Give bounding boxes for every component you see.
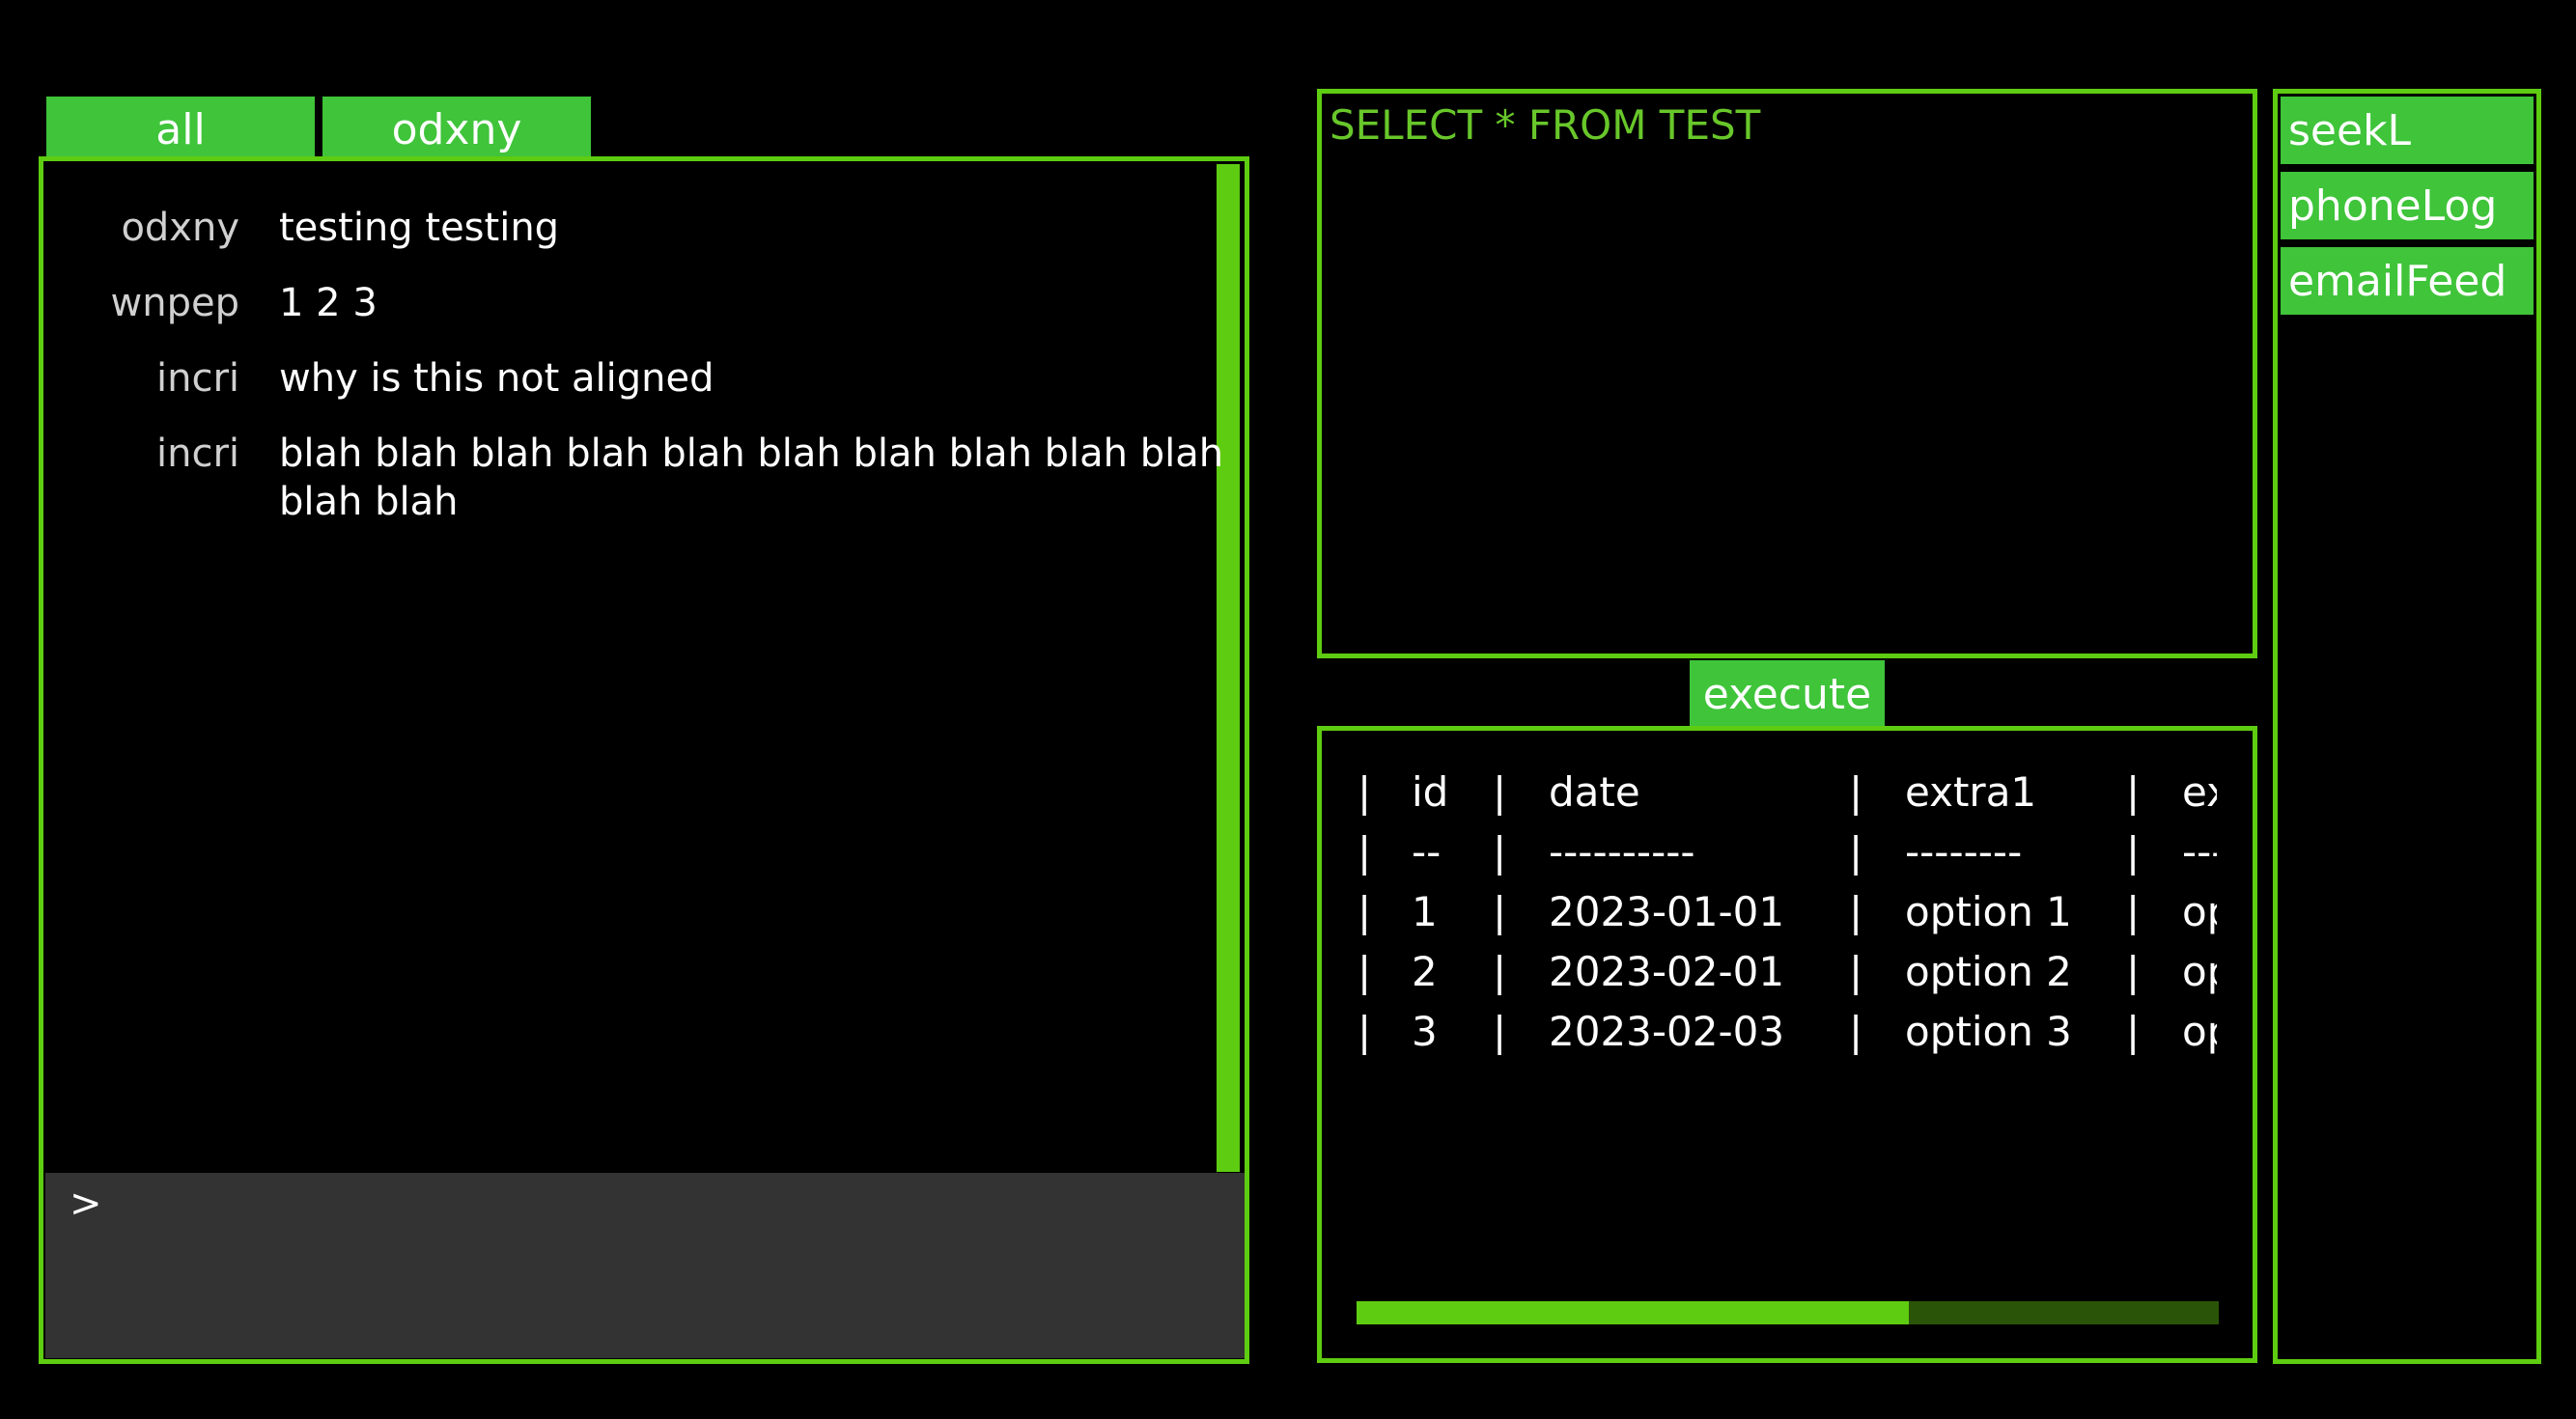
cell: option 3 (1905, 1008, 2072, 1055)
message-text: 1 2 3 (279, 281, 378, 325)
cell: op (2182, 888, 2217, 935)
message-text: blah blah blah blah blah blah blah blah … (279, 431, 1224, 524)
tab-odxny[interactable]: odxny (322, 97, 591, 158)
cell: 3 (1412, 1008, 1438, 1055)
column-header: ex (2182, 768, 2217, 816)
tab-all[interactable]: all (46, 97, 315, 158)
cell: op (2182, 948, 2217, 995)
cell: 2 (1412, 948, 1438, 995)
feed-item-seekl[interactable]: seekL (2281, 97, 2534, 164)
message-user: incri (155, 356, 239, 401)
message-user: incri (155, 431, 239, 476)
cell: 2023-02-03 (1549, 1008, 1785, 1055)
chat-prompt: > (70, 1182, 102, 1226)
separator-cell: -------- (1905, 828, 2023, 876)
cell: 1 (1412, 888, 1438, 935)
column-header: date (1549, 768, 1640, 816)
message-user: wnpep (110, 281, 239, 325)
results-table: |id |date |extra1 |ex |-- |---------- |-… (1352, 763, 2217, 1071)
feed-item-phonelog[interactable]: phoneLog (2281, 172, 2534, 239)
cell: 2023-01-01 (1549, 888, 1785, 935)
separator-cell: ---------- (1549, 828, 1695, 876)
message-text: testing testing (279, 206, 560, 250)
cell: option 2 (1905, 948, 2072, 995)
separator-cell: --- (2182, 828, 2217, 876)
execute-button[interactable]: execute (1690, 660, 1885, 728)
chat-input[interactable] (45, 1173, 1245, 1358)
column-header: id (1412, 768, 1449, 816)
results-scroll-thumb[interactable] (1357, 1301, 1909, 1324)
cell: op (2182, 1008, 2217, 1055)
query-editor[interactable] (1317, 89, 2257, 658)
message-user: odxny (121, 206, 239, 250)
column-header: extra1 (1905, 768, 2037, 816)
separator-cell: -- (1412, 828, 1442, 876)
feed-item-emailfeed[interactable]: emailFeed (2281, 247, 2534, 315)
query-text: SELECT * FROM TEST (1330, 101, 1761, 149)
message-text: why is this not aligned (279, 356, 714, 401)
cell: option 1 (1905, 888, 2072, 935)
cell: 2023-02-01 (1549, 948, 1785, 995)
